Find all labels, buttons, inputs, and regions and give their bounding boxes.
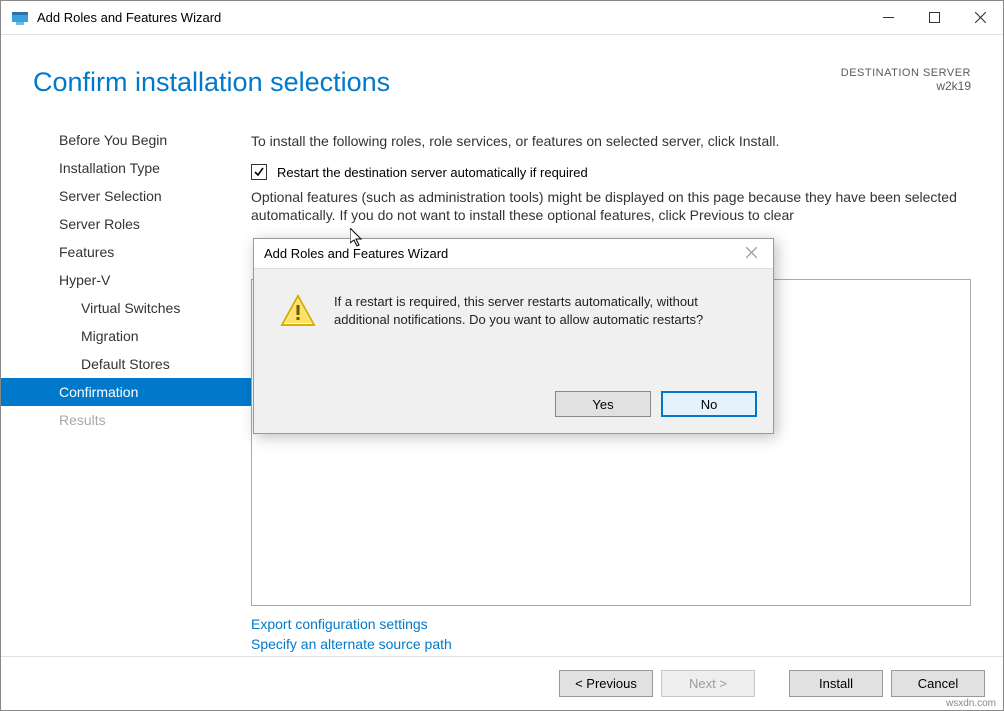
- sidebar-item-server-selection[interactable]: Server Selection: [1, 182, 251, 210]
- intro-text: To install the following roles, role ser…: [251, 132, 971, 150]
- watermark: wsxdn.com: [946, 698, 996, 709]
- sidebar-item-virtual-switches[interactable]: Virtual Switches: [1, 294, 251, 322]
- alternate-source-link[interactable]: Specify an alternate source path: [251, 636, 971, 652]
- app-icon: [11, 9, 29, 27]
- sidebar-item-before-you-begin[interactable]: Before You Begin: [1, 126, 251, 154]
- sidebar-item-installation-type[interactable]: Installation Type: [1, 154, 251, 182]
- export-settings-link[interactable]: Export configuration settings: [251, 616, 971, 632]
- install-button[interactable]: Install: [789, 670, 883, 697]
- sidebar: Before You Begin Installation Type Serve…: [1, 118, 251, 656]
- dialog-title: Add Roles and Features Wizard: [264, 246, 737, 261]
- sidebar-item-features[interactable]: Features: [1, 238, 251, 266]
- window-controls: [865, 1, 1003, 34]
- destination-label: DESTINATION SERVER: [841, 67, 971, 79]
- maximize-button[interactable]: [911, 1, 957, 34]
- sidebar-item-confirmation[interactable]: Confirmation: [1, 378, 251, 406]
- header: Confirm installation selections DESTINAT…: [1, 35, 1003, 118]
- restart-checkbox-row[interactable]: Restart the destination server automatic…: [251, 164, 971, 180]
- sidebar-item-default-stores[interactable]: Default Stores: [1, 350, 251, 378]
- page-title: Confirm installation selections: [33, 67, 841, 98]
- destination-name: w2k19: [841, 79, 971, 93]
- dialog-message: If a restart is required, this server re…: [334, 293, 753, 377]
- sidebar-item-hyper-v[interactable]: Hyper-V: [1, 266, 251, 294]
- no-button[interactable]: No: [661, 391, 757, 417]
- restart-confirm-dialog: Add Roles and Features Wizard If a resta…: [253, 238, 774, 434]
- footer: < Previous Next > Install Cancel: [1, 656, 1003, 710]
- sidebar-item-server-roles[interactable]: Server Roles: [1, 210, 251, 238]
- optional-features-text: Optional features (such as administratio…: [251, 188, 971, 224]
- restart-checkbox-label: Restart the destination server automatic…: [277, 165, 588, 180]
- sidebar-item-migration[interactable]: Migration: [1, 322, 251, 350]
- links-block: Export configuration settings Specify an…: [251, 616, 971, 656]
- sidebar-item-results: Results: [1, 406, 251, 434]
- minimize-button[interactable]: [865, 1, 911, 34]
- window-title: Add Roles and Features Wizard: [37, 10, 865, 25]
- close-button[interactable]: [957, 1, 1003, 34]
- destination-block: DESTINATION SERVER w2k19: [841, 67, 971, 93]
- dialog-close-button[interactable]: [737, 245, 765, 263]
- restart-checkbox[interactable]: [251, 164, 267, 180]
- dialog-titlebar: Add Roles and Features Wizard: [254, 239, 773, 269]
- cancel-button[interactable]: Cancel: [891, 670, 985, 697]
- titlebar: Add Roles and Features Wizard: [1, 1, 1003, 35]
- warning-icon: [280, 293, 316, 329]
- previous-button[interactable]: < Previous: [559, 670, 653, 697]
- next-button: Next >: [661, 670, 755, 697]
- dialog-footer: Yes No: [254, 377, 773, 433]
- yes-button[interactable]: Yes: [555, 391, 651, 417]
- dialog-body: If a restart is required, this server re…: [254, 269, 773, 377]
